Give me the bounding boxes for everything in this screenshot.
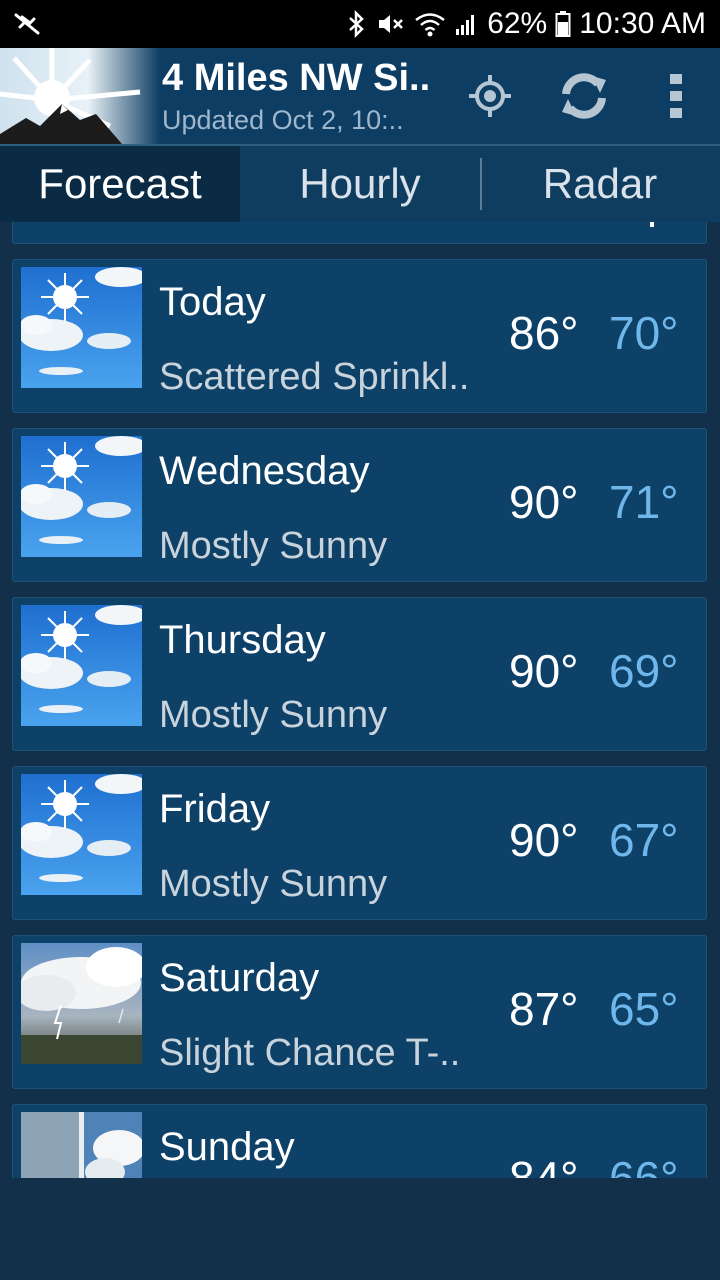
day-name: Sunday — [159, 1125, 295, 1169]
day-name: Friday — [159, 787, 271, 831]
status-bar: 62% 10:30 AM — [0, 0, 720, 48]
high-temp: 87° — [509, 983, 579, 1035]
refresh-icon — [556, 68, 612, 129]
sunny-clouds-icon — [21, 267, 142, 388]
low-temp: 65° — [609, 983, 679, 1035]
day-name: Today — [159, 280, 266, 324]
low-temp: 67° — [609, 814, 679, 866]
forecast-card-saturday[interactable]: Saturday Slight Chance T-.. 87° 65° — [12, 935, 707, 1089]
high-temp: 86° — [509, 307, 579, 359]
updated-timestamp: Updated Oct 2, 10:.. — [162, 105, 404, 135]
refresh-button[interactable] — [554, 68, 614, 128]
forecast-card-today[interactable]: Today Scattered Sprinkl.. 86° 70° — [12, 259, 707, 413]
bluetooth-icon — [347, 9, 367, 39]
app-bar: 4 Miles NW Si.. Updated Oct 2, 10:.. — [0, 48, 720, 146]
bottom-area — [0, 1178, 720, 1280]
low-temp: 69° — [609, 645, 679, 697]
high-temp: 90° — [509, 814, 579, 866]
sunny-clouds-icon — [21, 774, 142, 895]
battery-percentage: 62% — [487, 7, 548, 40]
clock: 10:30 AM — [579, 7, 706, 40]
high-temp: 90° — [509, 645, 579, 697]
sunny-clouds-icon — [21, 436, 142, 557]
day-name: Saturday — [159, 956, 320, 1000]
tab-divider — [480, 158, 482, 210]
forecast-list[interactable]: Today Scattered Sprinkl.. 86° 70° Wednes… — [0, 222, 720, 1178]
tab-bar: Forecast Hourly Radar — [0, 146, 720, 222]
tab-hourly[interactable]: Hourly — [240, 146, 480, 222]
battery-icon — [555, 9, 571, 39]
forecast-card-friday[interactable]: Friday Mostly Sunny 90° 67° — [12, 766, 707, 920]
sun-mountain-logo — [0, 48, 160, 144]
wifi-icon — [413, 9, 447, 39]
tab-radar[interactable]: Radar — [480, 146, 720, 222]
location-title[interactable]: 4 Miles NW Si.. — [162, 54, 452, 102]
high-temp: 90° — [509, 476, 579, 528]
forecast-card-wednesday[interactable]: Wednesday Mostly Sunny 90° 71° — [12, 428, 707, 582]
tab-forecast[interactable]: Forecast — [0, 146, 240, 222]
forecast-card-sunday[interactable]: Sunday 84° 66° — [12, 1104, 707, 1178]
mute-icon — [375, 9, 405, 39]
low-temp: 71° — [609, 476, 679, 528]
sunny-clouds-icon — [21, 605, 142, 726]
gps-locate-icon — [466, 72, 514, 125]
forecast-card-thursday[interactable]: Thursday Mostly Sunny 90° 69° — [12, 597, 707, 751]
condition-text: Mostly Sunny — [159, 694, 388, 736]
signal-icon — [455, 9, 479, 39]
day-name: Thursday — [159, 618, 326, 662]
rain-clouds-icon — [21, 1112, 142, 1178]
partial-indicator — [650, 222, 654, 227]
condition-text: Scattered Sprinkl.. — [159, 356, 470, 398]
location-block[interactable]: 4 Miles NW Si.. Updated Oct 2, 10:.. — [162, 54, 452, 138]
thunderstorm-icon — [21, 943, 142, 1064]
condition-text: Mostly Sunny — [159, 525, 388, 567]
notification-off-icon — [12, 9, 42, 39]
overflow-menu-button[interactable] — [646, 68, 706, 128]
condition-text: Slight Chance T-.. — [159, 1032, 461, 1074]
low-temp: 70° — [609, 307, 679, 359]
day-name: Wednesday — [159, 449, 370, 493]
partial-card — [12, 222, 707, 244]
gps-locate-button[interactable] — [460, 68, 520, 128]
low-temp: 66° — [609, 1152, 679, 1178]
condition-text: Mostly Sunny — [159, 863, 388, 905]
high-temp: 84° — [509, 1152, 579, 1178]
overflow-menu-icon — [666, 70, 686, 127]
